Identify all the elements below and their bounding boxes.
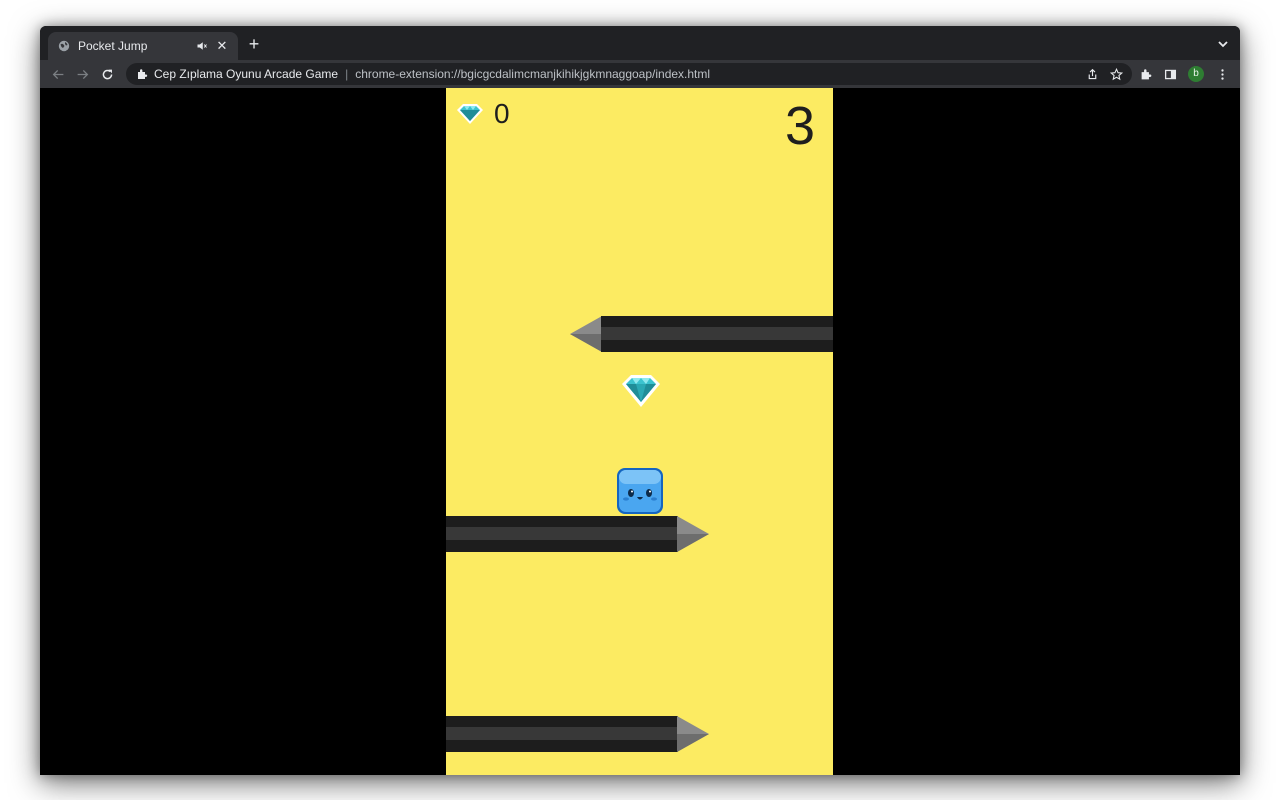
tab-strip: Pocket Jump ✕ + <box>40 26 1240 60</box>
pencil-tip <box>570 316 602 352</box>
browser-window: Pocket Jump ✕ + Cep Zıplama Oyunu Arcade… <box>40 26 1240 775</box>
gem-counter: 0 <box>456 98 510 129</box>
menu-icon[interactable] <box>1214 66 1230 82</box>
share-icon[interactable] <box>1084 66 1100 82</box>
url-text: chrome-extension://bgicgcdalimcmanjkihik… <box>355 67 711 81</box>
page-viewport: 0 3 <box>40 88 1240 775</box>
side-panel-icon[interactable] <box>1162 66 1178 82</box>
extensions-icon[interactable] <box>1138 66 1154 82</box>
pencil-obstacle <box>446 716 709 752</box>
address-bar[interactable]: Cep Zıplama Oyunu Arcade Game | chrome-e… <box>126 63 1132 85</box>
player-character <box>617 468 663 514</box>
reload-icon[interactable] <box>99 66 115 82</box>
pencil-tip <box>677 516 709 552</box>
avatar[interactable]: b <box>1188 66 1204 82</box>
chevron-down-icon[interactable] <box>1216 37 1230 51</box>
puzzle-icon <box>138 69 148 79</box>
gem-collectible <box>622 375 660 407</box>
score: 3 <box>784 96 815 156</box>
star-icon[interactable] <box>1108 66 1124 82</box>
audio-mute-icon[interactable] <box>194 38 210 54</box>
pencil-obstacle <box>446 516 709 552</box>
pencil-tip <box>677 716 709 752</box>
back-icon[interactable] <box>50 66 66 82</box>
new-tab-button[interactable]: + <box>246 35 262 53</box>
gem-icon <box>457 104 483 124</box>
close-icon[interactable]: ✕ <box>214 38 230 54</box>
url-separator: | <box>345 67 349 81</box>
toolbar: Cep Zıplama Oyunu Arcade Game | chrome-e… <box>40 60 1240 88</box>
tab-pocket-jump[interactable]: Pocket Jump ✕ <box>48 32 238 60</box>
avatar-initial: b <box>1188 66 1204 82</box>
pencil-obstacle <box>570 316 833 352</box>
site-name: Cep Zıplama Oyunu Arcade Game <box>154 67 339 81</box>
gem-count: 0 <box>494 98 510 129</box>
tab-title: Pocket Jump <box>78 39 148 53</box>
game-canvas[interactable]: 0 3 <box>446 88 833 775</box>
globe-icon <box>58 40 70 52</box>
forward-icon[interactable] <box>74 66 90 82</box>
